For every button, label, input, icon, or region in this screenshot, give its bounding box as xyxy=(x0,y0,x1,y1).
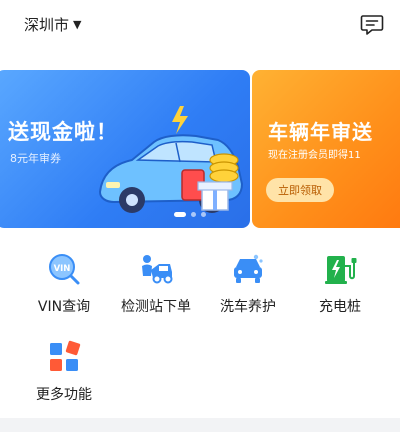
message-icon[interactable] xyxy=(360,14,384,36)
claim-now-button[interactable]: 立即领取 xyxy=(266,178,334,202)
feature-label: 更多功能 xyxy=(36,387,92,403)
city-selector[interactable]: 深圳市 ▼ xyxy=(24,14,81,35)
charging-pile-icon xyxy=(325,256,357,284)
feature-station-order[interactable]: 检测站下单 xyxy=(106,252,206,316)
carousel-dot xyxy=(191,212,196,217)
header: 深圳市 ▼ xyxy=(0,0,400,52)
carousel-indicator xyxy=(174,212,206,217)
banner-cash-promo[interactable]: 送现金啦！ 8元年审券 xyxy=(0,70,250,228)
carousel-dot-active xyxy=(174,212,186,217)
svg-text:VIN: VIN xyxy=(54,264,71,274)
banner-subtitle: 现在注册会员即得11 xyxy=(268,150,361,161)
carousel-dot xyxy=(201,212,206,217)
car-repair-icon xyxy=(142,255,173,284)
feature-charging-pile[interactable]: 充电桩 xyxy=(290,252,390,316)
feature-car-wash[interactable]: 洗车养护 xyxy=(198,252,298,316)
city-label: 深圳市 xyxy=(24,16,70,34)
feature-label: 充电桩 xyxy=(319,299,361,315)
more-apps-icon xyxy=(50,340,81,371)
caret-down-icon: ▼ xyxy=(73,18,82,31)
car-wash-icon xyxy=(234,254,263,283)
app-screen: 深圳市 ▼ 送现金啦！ 8元年审券 车辆年审送 现在注册会员即得11 立即领取 … xyxy=(0,0,400,432)
feature-vin-query[interactable]: VIN VIN查询 xyxy=(14,252,114,316)
banner-annual-check-promo[interactable]: 车辆年审送 现在注册会员即得11 立即领取 xyxy=(252,70,400,228)
section-divider xyxy=(0,418,400,432)
car-gift-illustration xyxy=(98,106,244,213)
feature-label: 检测站下单 xyxy=(121,299,191,315)
vin-search-icon: VIN xyxy=(49,254,80,285)
feature-label: 洗车养护 xyxy=(220,299,276,315)
banner-carousel[interactable]: 送现金啦！ 8元年审券 车辆年审送 现在注册会员即得11 立即领取 xyxy=(0,70,400,230)
banner-title: 车辆年审送 xyxy=(268,120,373,144)
feature-label: VIN查询 xyxy=(37,299,91,315)
feature-more[interactable]: 更多功能 xyxy=(14,340,114,404)
banner-subtitle: 8元年审券 xyxy=(10,152,61,165)
